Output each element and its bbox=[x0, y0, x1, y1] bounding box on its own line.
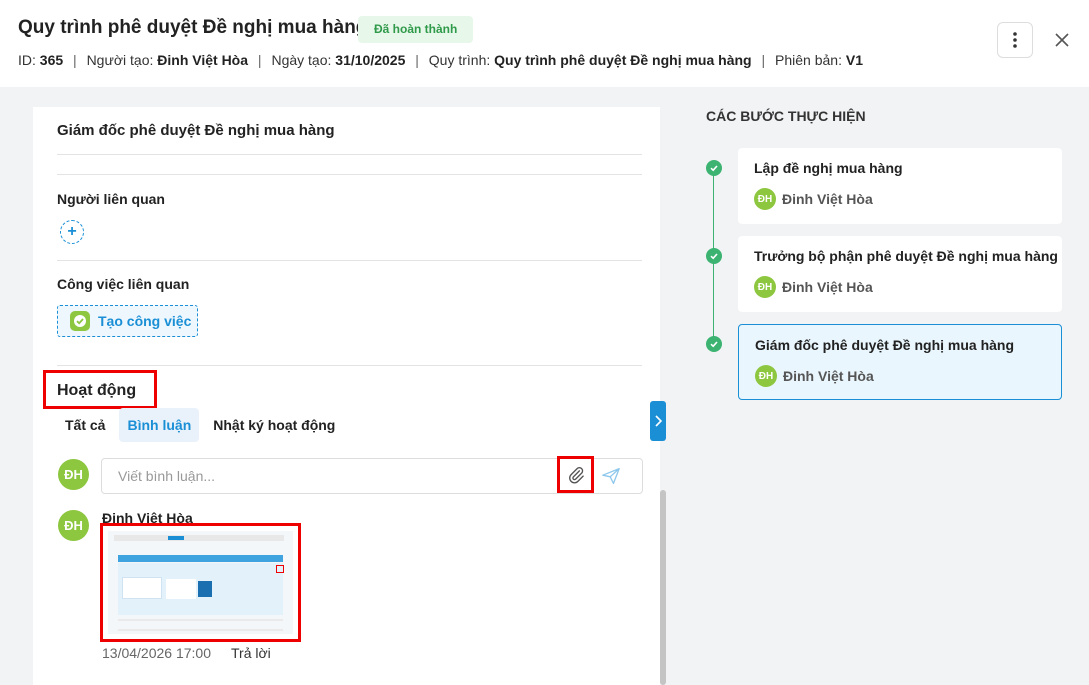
step-name: Lập đề nghị mua hàng bbox=[754, 160, 903, 176]
more-vertical-icon bbox=[1013, 32, 1017, 48]
step-name: Trưởng bộ phận phê duyệt Đề nghị mua hàn… bbox=[754, 248, 1058, 264]
process-value: Quy trình phê duyệt Đề nghị mua hàng bbox=[494, 52, 752, 68]
avatar: ĐH bbox=[58, 510, 89, 541]
step-user-name: Đinh Việt Hòa bbox=[782, 191, 873, 207]
separator: | bbox=[257, 52, 262, 68]
separator: | bbox=[415, 52, 419, 68]
creator-value: Đinh Việt Hòa bbox=[157, 52, 249, 68]
scrollbar[interactable] bbox=[660, 490, 666, 685]
step-name: Giám đốc phê duyệt Đề nghị mua hàng bbox=[755, 337, 1015, 353]
avatar: ĐH bbox=[58, 459, 89, 490]
created-label: Ngày tạo: bbox=[271, 52, 332, 68]
step-complete-icon bbox=[706, 336, 722, 352]
divider bbox=[57, 260, 642, 261]
tab-comments[interactable]: Bình luận bbox=[119, 408, 200, 442]
separator: | bbox=[73, 52, 77, 68]
chevron-right-icon bbox=[655, 415, 662, 427]
tab-all[interactable]: Tất cả bbox=[57, 408, 113, 442]
created-value: 31/10/2025 bbox=[335, 52, 406, 68]
meta-info: ID: 365 | Người tạo: Đinh Việt Hòa | Ngà… bbox=[18, 52, 863, 68]
divider bbox=[57, 174, 642, 175]
process-label: Quy trình: bbox=[428, 52, 491, 68]
avatar: ĐH bbox=[754, 276, 776, 298]
tab-activity-log[interactable]: Nhật ký hoạt động bbox=[205, 408, 343, 442]
id-value: 365 bbox=[39, 52, 64, 68]
status-badge: Đã hoàn thành bbox=[358, 16, 474, 43]
avatar: ĐH bbox=[755, 365, 777, 387]
step-card[interactable]: Trưởng bộ phận phê duyệt Đề nghị mua hàn… bbox=[738, 236, 1062, 312]
step-user: ĐH Đinh Việt Hòa bbox=[754, 188, 873, 210]
comment-input[interactable] bbox=[102, 459, 542, 493]
more-options-button[interactable] bbox=[997, 22, 1033, 58]
activity-tabs: Tất cả Bình luận Nhật ký hoạt động bbox=[57, 408, 343, 442]
id-label: ID: bbox=[18, 52, 36, 68]
version-label: Phiên bản: bbox=[775, 52, 842, 68]
step-user-name: Đinh Việt Hòa bbox=[783, 368, 874, 384]
separator: | bbox=[761, 52, 766, 68]
page-title: Quy trình phê duyệt Đề nghị mua hàng bbox=[18, 17, 368, 38]
create-task-button[interactable]: Tạo công việc bbox=[57, 305, 198, 337]
detail-panel: Giám đốc phê duyệt Đề nghị mua hàng Ngườ… bbox=[33, 107, 666, 685]
paperclip-icon bbox=[568, 466, 584, 483]
related-people-label: Người liên quan bbox=[57, 191, 165, 207]
collapse-panel-button[interactable] bbox=[650, 401, 666, 441]
step-user: ĐH Đinh Việt Hòa bbox=[755, 365, 874, 387]
reply-link[interactable]: Trả lời bbox=[231, 645, 271, 661]
step-user: ĐH Đinh Việt Hòa bbox=[754, 276, 873, 298]
comment-timestamp: 13/04/2026 17:00 bbox=[102, 645, 211, 661]
send-icon bbox=[602, 467, 620, 485]
comment-attachment-image[interactable] bbox=[100, 523, 301, 642]
step-user-name: Đinh Việt Hòa bbox=[782, 279, 873, 295]
divider bbox=[57, 365, 642, 366]
add-related-person-button[interactable]: + bbox=[60, 220, 84, 244]
related-tasks-label: Công việc liên quan bbox=[57, 276, 190, 292]
step-complete-icon bbox=[706, 160, 722, 176]
activity-title: Hoạt động bbox=[57, 382, 137, 399]
send-button[interactable] bbox=[599, 465, 623, 487]
divider bbox=[57, 154, 642, 155]
version-value: V1 bbox=[845, 52, 863, 68]
close-button[interactable] bbox=[1050, 28, 1074, 52]
create-task-label: Tạo công việc bbox=[98, 313, 192, 329]
close-icon bbox=[1055, 33, 1069, 47]
avatar: ĐH bbox=[754, 188, 776, 210]
steps-title: CÁC BƯỚC THỰC HIỆN bbox=[706, 108, 866, 124]
creator-label: Người tạo: bbox=[86, 52, 154, 68]
step-card-active[interactable]: Giám đốc phê duyệt Đề nghị mua hàng ĐH Đ… bbox=[738, 324, 1062, 400]
attach-button[interactable] bbox=[557, 456, 594, 493]
screenshot-thumbnail bbox=[108, 531, 293, 634]
step-complete-icon bbox=[706, 248, 722, 264]
step-card[interactable]: Lập đề nghị mua hàng ĐH Đinh Việt Hòa bbox=[738, 148, 1062, 224]
check-icon bbox=[70, 311, 90, 331]
plus-icon: + bbox=[67, 223, 77, 240]
modal-header: Quy trình phê duyệt Đề nghị mua hàng Đã … bbox=[0, 0, 1089, 87]
step-title: Giám đốc phê duyệt Đề nghị mua hàng bbox=[57, 122, 335, 139]
